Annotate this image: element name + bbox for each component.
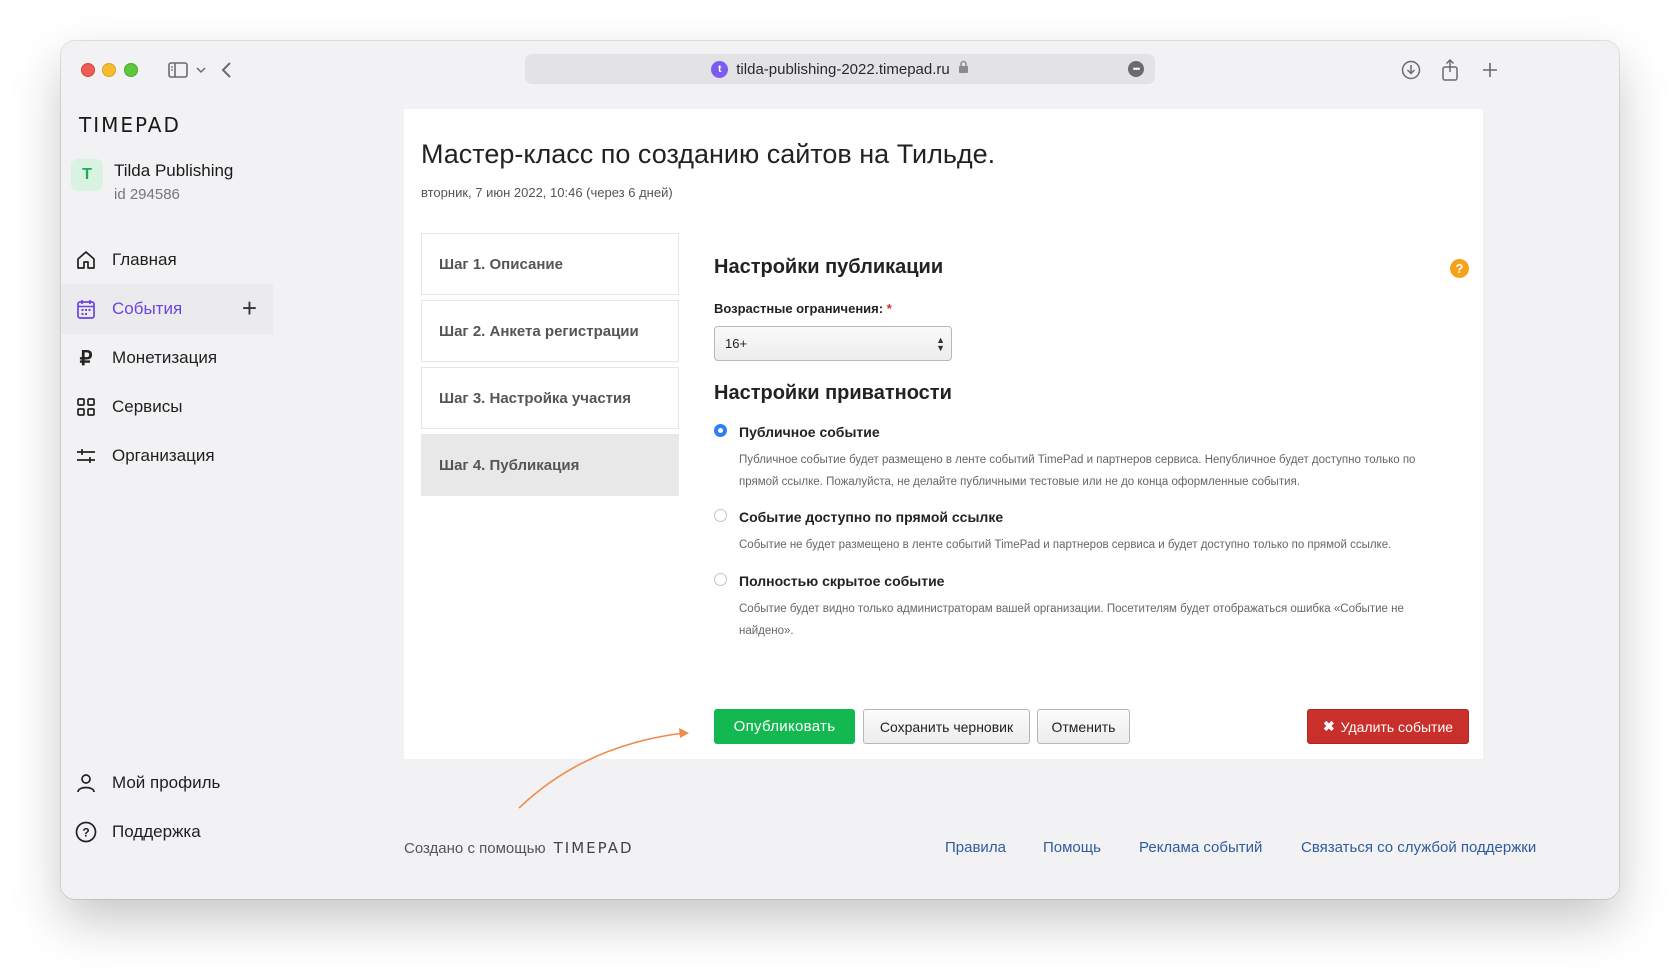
sidebar-item-support[interactable]: ? Поддержка (61, 807, 273, 857)
sidebar-item-label: Мой профиль (112, 773, 221, 792)
sidebar-item-label: Главная (112, 250, 177, 269)
option-label[interactable]: Событие доступно по прямой ссылке (739, 509, 1003, 525)
close-window-button[interactable] (81, 63, 95, 77)
download-icon[interactable] (1399, 57, 1423, 83)
home-icon (75, 249, 97, 271)
sidebar-item-label: Поддержка (112, 822, 201, 841)
age-restriction-value: 16+ (725, 336, 748, 351)
back-icon[interactable] (216, 57, 236, 83)
calendar-icon (75, 298, 97, 320)
org-name: Tilda Publishing (114, 161, 234, 180)
sidebar-toggle-icon[interactable] (166, 57, 190, 83)
organization-card[interactable]: T Tilda Publishing id 294586 (71, 157, 266, 213)
org-avatar: T (71, 159, 103, 191)
timepad-logo[interactable]: TIMEPAD (79, 113, 181, 137)
option-description: Событие не будет размещено в ленте событ… (739, 539, 1392, 551)
event-editor-card: Мастер-класс по созданию сайтов на Тильд… (404, 109, 1483, 759)
add-event-button[interactable]: + (242, 295, 257, 321)
event-date: вторник, 7 июн 2022, 10:46 (через 6 дней… (421, 185, 673, 200)
select-arrows-icon: ▲ ▼ (936, 335, 945, 353)
age-restriction-select[interactable]: 16+ ▲ ▼ (714, 326, 952, 361)
more-options-icon[interactable]: ••• (1128, 61, 1144, 77)
step-publication[interactable]: Шаг 4. Публикация (421, 434, 679, 496)
cancel-button[interactable]: Отменить (1037, 709, 1130, 744)
ruble-icon: ₽ (79, 347, 93, 370)
delete-x-icon: ✖ (1322, 718, 1335, 734)
help-icon[interactable]: ? (1450, 259, 1469, 278)
save-draft-button[interactable]: Сохранить черновик (863, 709, 1030, 744)
user-icon (75, 772, 97, 794)
sidebar-item-organization[interactable]: Организация (61, 431, 273, 481)
step-description[interactable]: Шаг 1. Описание (421, 233, 679, 295)
footer-link-help[interactable]: Помощь (1043, 839, 1101, 856)
option-description: Публичное событие будет размещено в лент… (739, 454, 1416, 488)
help-circle-icon: ? (75, 821, 97, 843)
browser-window: t tilda-publishing-2022.timepad.ru ••• T… (61, 41, 1619, 899)
footer-timepad-logo[interactable]: TIMEPAD (554, 839, 634, 857)
option-description: Событие будет видно только администратор… (739, 603, 1404, 637)
radio-public-event[interactable] (714, 424, 727, 437)
site-favicon-icon: t (711, 60, 729, 78)
delete-event-label: Удалить событие (1340, 718, 1454, 735)
footer-link-rules[interactable]: Правила (945, 839, 1006, 856)
zoom-window-button[interactable] (124, 63, 138, 77)
grid-icon (75, 396, 97, 418)
sidebar-item-label: События (112, 299, 183, 318)
minimize-window-button[interactable] (102, 63, 116, 77)
sliders-icon (75, 445, 97, 467)
option-label[interactable]: Публичное событие (739, 424, 880, 440)
main-content: Мастер-класс по созданию сайтов на Тильд… (273, 97, 1619, 899)
org-id: id 294586 (114, 186, 180, 203)
publication-settings-heading: Настройки публикации (714, 256, 944, 278)
radio-hidden-event[interactable] (714, 573, 727, 586)
step-registration-form[interactable]: Шаг 2. Анкета регистрации (421, 300, 679, 362)
footer-link-support[interactable]: Связаться со службой поддержки (1301, 839, 1536, 856)
sidebar-item-label: Сервисы (112, 397, 183, 416)
lock-icon (958, 60, 969, 78)
chevron-down-icon[interactable] (194, 57, 208, 83)
privacy-settings-heading: Настройки приватности (714, 382, 952, 404)
sidebar-item-events[interactable]: События + (61, 284, 273, 334)
svg-text:?: ? (82, 826, 89, 840)
footer-made-with: Создано с помощью TIMEPAD (404, 839, 634, 857)
footer-link-advertising[interactable]: Реклама событий (1139, 839, 1262, 856)
event-title: Мастер-класс по созданию сайтов на Тильд… (421, 139, 996, 169)
sidebar-item-label: Организация (112, 446, 215, 465)
required-mark: * (886, 301, 892, 316)
share-icon[interactable] (1438, 57, 1462, 83)
new-tab-icon[interactable] (1478, 57, 1502, 83)
radio-direct-link-event[interactable] (714, 509, 727, 522)
option-label[interactable]: Полностью скрытое событие (739, 573, 944, 589)
sidebar: TIMEPAD T Tilda Publishing id 294586 Гла… (61, 97, 273, 899)
publish-button[interactable]: Опубликовать (714, 709, 855, 744)
sidebar-item-label: Монетизация (112, 348, 218, 367)
sidebar-item-services[interactable]: Сервисы (61, 382, 273, 432)
sidebar-item-home[interactable]: Главная (61, 235, 273, 285)
step-participation-settings[interactable]: Шаг 3. Настройка участия (421, 367, 679, 429)
sidebar-item-profile[interactable]: Мой профиль (61, 758, 273, 808)
sidebar-item-monetization[interactable]: ₽ Монетизация (61, 333, 273, 383)
address-bar[interactable]: t tilda-publishing-2022.timepad.ru ••• (525, 54, 1155, 84)
delete-event-button[interactable]: ✖ Удалить событие (1307, 709, 1469, 744)
age-restriction-label: Возрастные ограничения: * (714, 301, 892, 316)
browser-toolbar: t tilda-publishing-2022.timepad.ru ••• (61, 41, 1619, 97)
url-text: tilda-publishing-2022.timepad.ru (736, 60, 950, 78)
